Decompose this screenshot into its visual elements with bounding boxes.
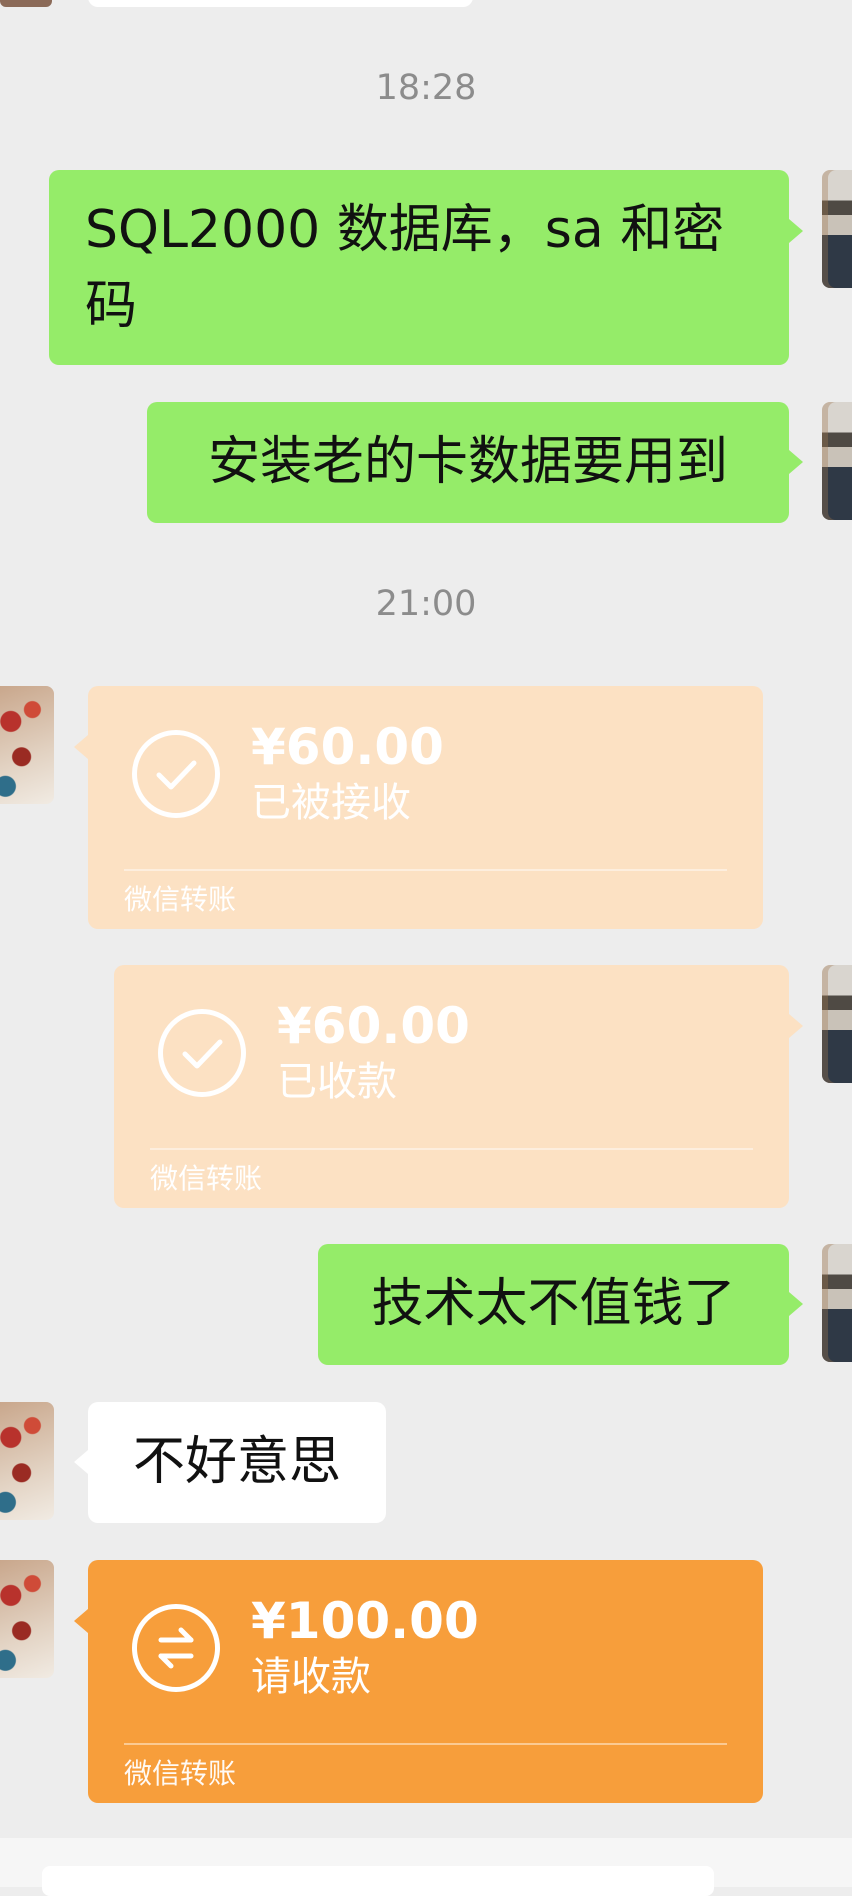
- avatar[interactable]: [822, 402, 852, 520]
- transfer-card[interactable]: ¥100.00 请收款 微信转账: [88, 1560, 763, 1803]
- transfer-amount: ¥60.00: [277, 997, 470, 1055]
- timestamp: 18:28: [375, 68, 477, 108]
- avatar[interactable]: [822, 1244, 852, 1362]
- bubble-tail: [74, 1609, 88, 1633]
- bubble-tail: [789, 1292, 803, 1316]
- avatar[interactable]: [0, 0, 52, 7]
- message-input[interactable]: [42, 1866, 714, 1896]
- divider: [124, 869, 727, 871]
- bubble-tail: [74, 1450, 88, 1474]
- divider: [150, 1148, 753, 1150]
- my-message-bubble[interactable]: 技术太不值钱了: [318, 1244, 789, 1365]
- transfer-card[interactable]: ¥60.00 已收款 微信转账: [114, 965, 789, 1208]
- transfer-status: 已收款: [277, 1059, 397, 1105]
- divider: [124, 1743, 727, 1745]
- transfer-amount: ¥100.00: [251, 1592, 479, 1650]
- transfer-card[interactable]: ¥60.00 已被接收 微信转账: [88, 686, 763, 929]
- avatar[interactable]: [822, 170, 852, 288]
- transfer-status: 请收款: [251, 1654, 371, 1700]
- transfer-label: 微信转账: [124, 1757, 237, 1790]
- message-text: 安装老的卡数据要用到: [207, 432, 728, 492]
- transfer-status: 已被接收: [251, 780, 411, 826]
- bubble-tail: [789, 1014, 803, 1038]
- avatar[interactable]: [0, 1402, 54, 1520]
- transfer-label: 微信转账: [150, 1162, 263, 1195]
- bubble-tail: [789, 219, 803, 243]
- transfer-label: 微信转账: [124, 883, 237, 916]
- message-bubble[interactable]: [88, 0, 473, 7]
- my-message-bubble[interactable]: 安装老的卡数据要用到: [147, 402, 789, 523]
- check-circle-icon: [158, 1009, 246, 1097]
- my-message-bubble[interactable]: SQL2000 数据库，sa 和密码: [49, 170, 789, 365]
- bubble-tail: [74, 735, 88, 759]
- bubble-tail: [789, 450, 803, 474]
- avatar[interactable]: [0, 686, 54, 804]
- avatar[interactable]: [822, 965, 852, 1083]
- message-text: SQL2000 数据库，sa 和密码: [85, 200, 725, 336]
- their-message-bubble[interactable]: 不好意思: [88, 1402, 386, 1523]
- timestamp: 21:00: [375, 584, 477, 624]
- check-circle-icon: [132, 730, 220, 818]
- exchange-arrows-icon: [132, 1604, 220, 1692]
- avatar[interactable]: [0, 1560, 54, 1678]
- message-text: 不好意思: [132, 1432, 341, 1492]
- message-text: 技术太不值钱了: [371, 1274, 736, 1334]
- transfer-amount: ¥60.00: [251, 718, 444, 776]
